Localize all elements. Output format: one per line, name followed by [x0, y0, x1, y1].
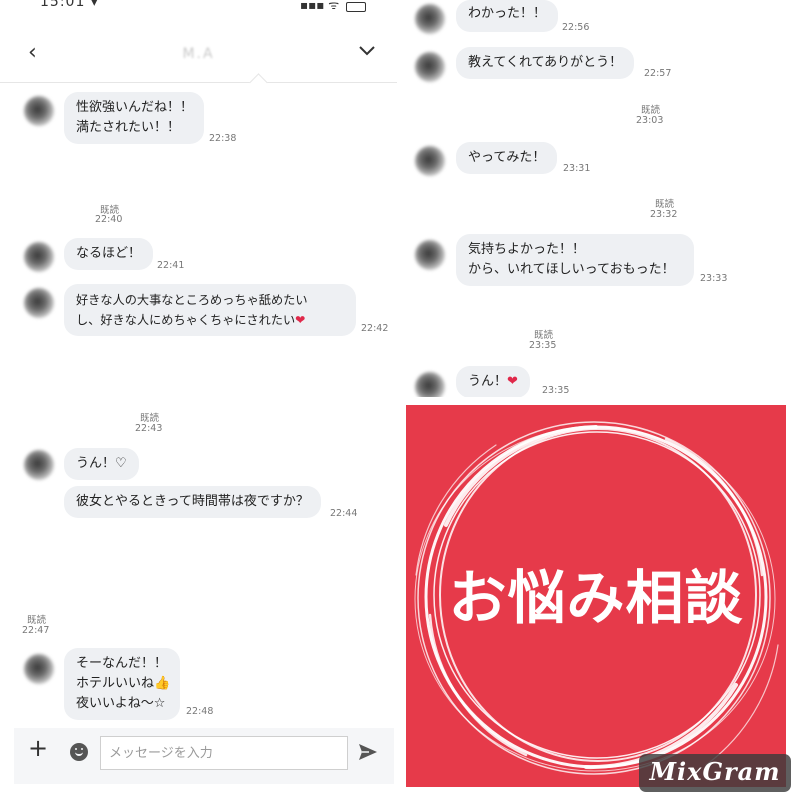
message-line: から、いれてほしいっておもった！ [468, 262, 675, 277]
read-receipt: 既読 [655, 199, 675, 210]
avatar[interactable] [415, 52, 445, 82]
read-time: 22:40 [95, 214, 123, 225]
message-composer: + [14, 728, 394, 784]
message-time: 22:38 [209, 133, 237, 144]
read-receipt: 既読 [534, 330, 554, 341]
read-time: 22:43 [135, 423, 163, 434]
message-line: 気持ちよかった！！ [468, 242, 586, 257]
read-receipt: 既読 [641, 105, 661, 116]
message-line: 性欲強いんだね！！ [76, 100, 194, 115]
message-time: 22:48 [186, 706, 214, 717]
message-line: 満たされたい！！ [76, 120, 181, 135]
message-time: 22:57 [644, 68, 672, 79]
message-time: 23:33 [700, 273, 728, 284]
avatar[interactable] [24, 654, 54, 684]
chat-screenshot-right: わかった！！ 22:56 教えてくれてありがとう！ 22:57 既読 23:03… [403, 0, 800, 397]
thumbs-up-emoji: 👍 [154, 676, 171, 691]
message-line: 好きな人の大事なところめっちゃ舐めたい [76, 293, 308, 307]
chevron-down-icon[interactable] [358, 44, 376, 58]
avatar[interactable] [24, 288, 54, 318]
message-line: ホテルいいね [76, 676, 155, 691]
mixgram-watermark: MixGram [639, 754, 791, 792]
emoji-icon[interactable] [70, 743, 88, 761]
signal-icon: ▪▪▪ ᯤ [300, 0, 340, 12]
avatar[interactable] [24, 96, 54, 126]
message-line: 彼女とやるときって時間帯は夜ですか？ [76, 494, 309, 509]
message-time: 22:41 [157, 260, 185, 271]
message-bubble: わかった！！ [456, 0, 559, 32]
avatar[interactable] [24, 242, 54, 272]
heart-emoji: ❤ [507, 374, 518, 389]
read-time: 22:47 [22, 625, 50, 636]
message-bubble: うん！♡ [64, 448, 139, 480]
status-bar: 15:01 ▾ ▪▪▪ ᯤ [0, 0, 397, 20]
message-input[interactable] [100, 736, 348, 770]
message-line: し、好きな人にめちゃくちゃにされたい [76, 313, 296, 327]
message-time: 22:56 [562, 22, 590, 33]
message-line: うん！ [468, 374, 508, 389]
avatar[interactable] [24, 450, 54, 480]
consultation-banner: お悩み相談 [406, 405, 786, 787]
avatar[interactable] [415, 372, 445, 397]
chat-header: ‹ M.A [0, 30, 397, 83]
heart-emoji: ❤ [295, 313, 306, 327]
read-receipt: 既読 [27, 615, 47, 626]
read-receipt: 既読 [140, 413, 160, 424]
read-time: 23:03 [636, 115, 664, 126]
battery-icon [346, 2, 366, 12]
read-time: 23:32 [650, 209, 678, 220]
banner-title: お悩み相談 [448, 564, 744, 632]
avatar[interactable] [415, 240, 445, 270]
message-line: そーなんだ！！ [76, 656, 168, 671]
message-time: 23:35 [542, 385, 570, 396]
message-line: なるほど！ [76, 246, 142, 261]
message-line: やってみた！ [468, 150, 546, 165]
message-bubble: 気持ちよかった！！ から、いれてほしいっておもった！ [456, 234, 694, 286]
message-bubble: 彼女とやるときって時間帯は夜ですか？ [64, 486, 321, 518]
status-time: 15:01 ▾ [40, 0, 99, 10]
avatar[interactable] [415, 146, 445, 176]
message-bubble: やってみた！ [456, 142, 558, 174]
message-bubble: 教えてくれてありがとう！ [456, 47, 635, 79]
message-bubble: うん！❤ [456, 366, 530, 397]
watermark-text: MixGram [649, 757, 781, 786]
plus-icon[interactable]: + [28, 736, 48, 760]
send-icon[interactable] [358, 743, 378, 761]
chat-screenshot-left: 15:01 ▾ ▪▪▪ ᯤ ‹ M.A 性欲強いんだね！！ 満たされたい！！ 2… [0, 0, 397, 797]
chat-partner-name: M.A [182, 46, 215, 62]
message-time: 22:42 [361, 323, 389, 334]
avatar[interactable] [415, 4, 445, 34]
message-line: 夜いいよね〜☆ [76, 696, 166, 711]
message-line: 教えてくれてありがとう！ [468, 55, 623, 70]
message-bubble: なるほど！ [64, 238, 154, 270]
message-time: 22:44 [330, 508, 358, 519]
read-time: 23:35 [529, 340, 557, 351]
message-bubble: 性欲強いんだね！！ 満たされたい！！ [64, 92, 204, 144]
message-line: わかった！！ [468, 6, 547, 21]
message-line: うん！♡ [76, 456, 127, 471]
message-time: 23:31 [563, 163, 591, 174]
message-bubble: 好きな人の大事なところめっちゃ舐めたい し、好きな人にめちゃくちゃにされたい❤ [64, 284, 356, 336]
message-bubble: そーなんだ！！ ホテルいいね👍 夜いいよね〜☆ [64, 648, 180, 720]
